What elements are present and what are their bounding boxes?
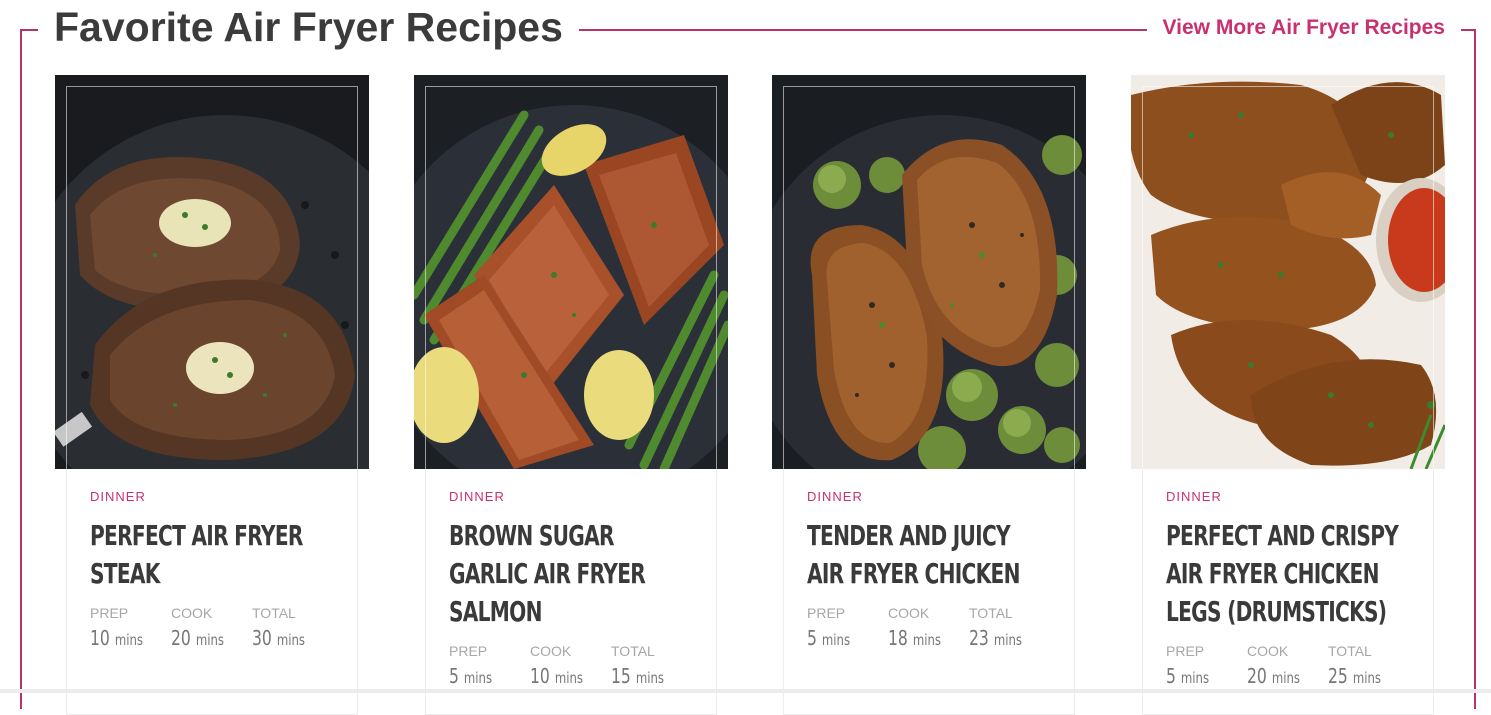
prep-unit: mins: [463, 669, 493, 687]
photo-inner-border: [783, 86, 1075, 469]
cook-value: 18: [888, 626, 908, 650]
cook-label: COOK: [530, 643, 572, 659]
total-label: TOTAL: [969, 605, 1013, 621]
recipe-category[interactable]: DINNER: [807, 489, 1056, 505]
photo-inner-border: [425, 86, 717, 469]
recipe-card[interactable]: DINNER Brown Sugar Garlic Air Fryer Salm…: [414, 75, 728, 715]
recipe-times: PREP 5 mins COOK 20 mins TOTAL 25 mins: [1166, 641, 1415, 693]
recipe-title[interactable]: Perfect and Crispy Air Fryer Chicken Leg…: [1166, 517, 1411, 631]
photo-inner-border: [1142, 86, 1434, 469]
total-value: 15: [611, 664, 631, 688]
view-more-link[interactable]: View More Air Fryer Recipes: [1146, 12, 1461, 44]
cook-label: COOK: [171, 605, 213, 621]
section-title: Favorite Air Fryer Recipes: [38, 2, 579, 52]
recipe-times: PREP 5 mins COOK 10 mins TOTAL 15 mins: [449, 641, 698, 693]
cook-unit: mins: [554, 669, 583, 687]
prep-value: 5: [1166, 664, 1176, 688]
recipe-card[interactable]: DINNER Perfect and Crispy Air Fryer Chic…: [1131, 75, 1445, 715]
recipe-photo-chicken[interactable]: [772, 75, 1086, 469]
recipe-times: PREP 5 mins COOK 18 mins TOTAL 23 mins: [807, 603, 1056, 655]
recipe-category[interactable]: DINNER: [449, 489, 698, 505]
prep-value: 5: [807, 626, 817, 650]
prep-label: PREP: [449, 643, 488, 659]
recipe-card[interactable]: DINNER Perfect Air Fryer Steak PREP 10 m…: [55, 75, 369, 715]
title-divider: [612, 29, 1124, 31]
total-unit: mins: [993, 631, 1022, 649]
recipe-times: PREP 10 mins COOK 20 mins TOTAL 30 mins: [90, 603, 339, 655]
prep-label: PREP: [1166, 643, 1205, 659]
recipe-title[interactable]: Tender and Juicy Air Fryer Chicken: [807, 517, 1052, 593]
photo-inner-border: [66, 86, 358, 469]
prep-value: 5: [449, 664, 459, 688]
page-bottom-divider: [0, 689, 1491, 693]
cook-value: 10: [530, 664, 550, 688]
recipe-card[interactable]: DINNER Tender and Juicy Air Fryer Chicke…: [772, 75, 1086, 715]
recipe-title[interactable]: Brown Sugar Garlic Air Fryer Salmon: [449, 517, 694, 631]
cook-unit: mins: [1271, 669, 1300, 687]
total-unit: mins: [1352, 669, 1381, 687]
recipe-photo-salmon[interactable]: [414, 75, 728, 469]
cook-label: COOK: [888, 605, 930, 621]
total-label: TOTAL: [611, 643, 655, 659]
prep-label: PREP: [807, 605, 846, 621]
cook-value: 20: [171, 626, 191, 650]
prep-unit: mins: [1180, 669, 1210, 687]
total-label: TOTAL: [1328, 643, 1372, 659]
cook-unit: mins: [912, 631, 941, 649]
cook-label: COOK: [1247, 643, 1289, 659]
prep-value: 10: [90, 626, 110, 650]
prep-unit: mins: [821, 631, 851, 649]
recipe-photo-steak[interactable]: [55, 75, 369, 469]
cook-unit: mins: [195, 631, 224, 649]
recipe-category[interactable]: DINNER: [90, 489, 339, 505]
prep-unit: mins: [114, 631, 143, 649]
total-value: 23: [969, 626, 989, 650]
prep-label: PREP: [90, 605, 129, 621]
total-label: TOTAL: [252, 605, 296, 621]
total-unit: mins: [276, 631, 305, 649]
cook-value: 20: [1247, 664, 1267, 688]
recipe-title[interactable]: Perfect Air Fryer Steak: [90, 517, 335, 593]
total-value: 30: [252, 626, 272, 650]
recipe-photo-drumsticks[interactable]: [1131, 75, 1445, 469]
total-value: 25: [1328, 664, 1348, 688]
total-unit: mins: [635, 669, 664, 687]
recipe-category[interactable]: DINNER: [1166, 489, 1415, 505]
